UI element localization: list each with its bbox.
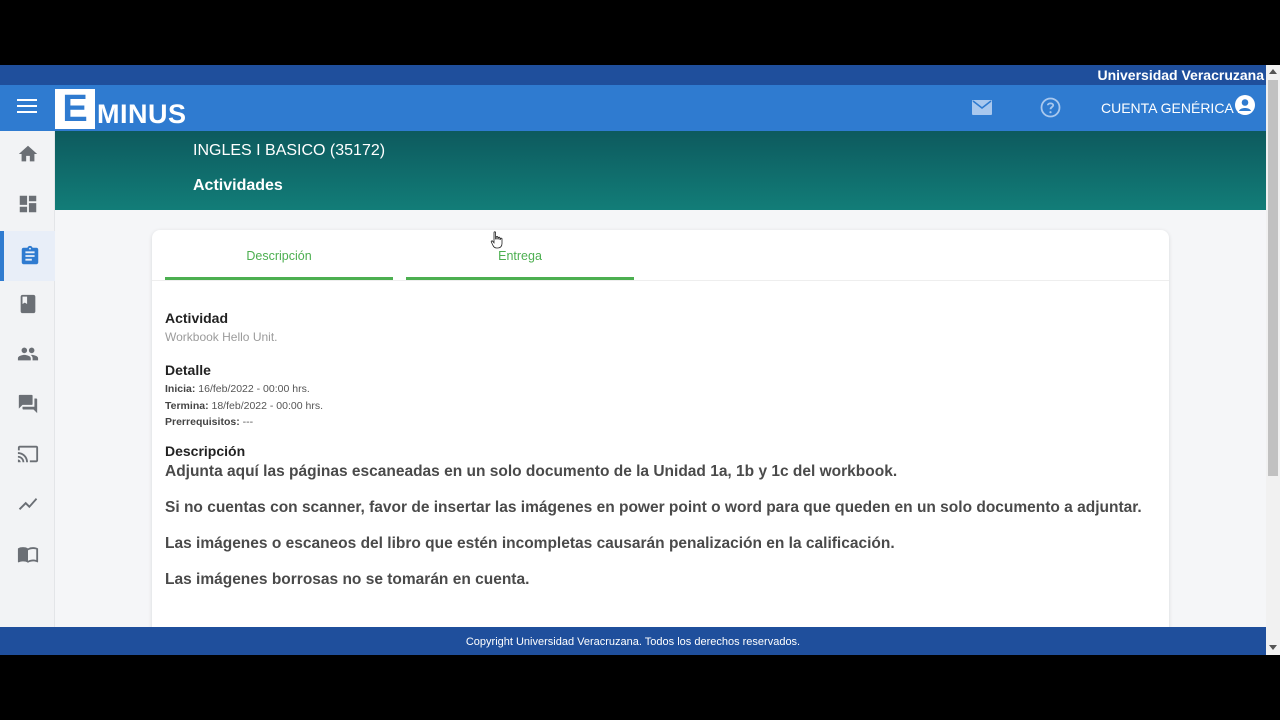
start-label: Inicia:: [165, 383, 196, 395]
scrollbar-thumb[interactable]: [1268, 80, 1278, 476]
tab-bar: Descripción Entrega: [152, 230, 1169, 281]
logo-letter: E: [55, 89, 95, 129]
prereq-value: ---: [239, 416, 254, 428]
detail-end: Termina: 18/feb/2022 - 00:00 hrs.: [165, 398, 1155, 415]
tab-entrega[interactable]: Entrega: [406, 230, 634, 280]
description-heading: Descripción: [165, 442, 246, 459]
assignment-icon: [21, 245, 38, 265]
sidebar-item-activities[interactable]: [0, 231, 55, 281]
description-paragraph: Adjunta aquí las páginas escaneadas en u…: [165, 462, 898, 480]
description-paragraph: Si no cuentas con scanner, favor de inse…: [165, 498, 1142, 516]
scroll-down-arrow-icon[interactable]: [1269, 645, 1277, 650]
scroll-up-arrow-icon[interactable]: [1269, 69, 1277, 74]
people-icon: [17, 347, 38, 361]
trending-icon: [18, 498, 37, 510]
sidebar-item-dashboard[interactable]: [0, 181, 55, 227]
end-label: Termina:: [165, 399, 209, 412]
account-circle-icon[interactable]: [1235, 95, 1255, 115]
sidebar-item-trending[interactable]: [0, 481, 55, 527]
detail-start: Inicia: 16/feb/2022 - 00:00 hrs.: [165, 381, 1155, 398]
hamburger-menu-icon[interactable]: [17, 99, 37, 115]
page-scrollbar[interactable]: [1266, 65, 1280, 655]
prereq-label: Prerrequisitos:: [165, 416, 240, 428]
help-icon[interactable]: [1040, 97, 1061, 118]
description-paragraph: Las imágenes o escaneos del libro que es…: [165, 534, 895, 552]
browser-viewport: Universidad Veracruzana E MINUS CUENTA G…: [0, 65, 1280, 655]
sidebar-item-home[interactable]: [0, 131, 55, 177]
start-value: 16/feb/2022 - 00:00 hrs.: [195, 383, 310, 395]
description-body: Adjunta aquí las páginas escaneadas en u…: [165, 463, 1155, 589]
detail-prereq: Prerrequisitos: ---: [165, 414, 1155, 431]
activity-name: Workbook Hello Unit.: [165, 330, 278, 344]
activity-content: Actividad Workbook Hello Unit. Detalle I…: [165, 310, 1155, 607]
university-name: Universidad Veracruzana: [1097, 67, 1264, 83]
sidebar-item-book[interactable]: [0, 281, 55, 327]
account-name[interactable]: CUENTA GENÉRICA 1: [1101, 100, 1245, 116]
detail-heading: Detalle: [165, 362, 211, 378]
section-title: Actividades: [193, 177, 283, 194]
activity-heading: Actividad: [165, 310, 229, 326]
book-icon: [20, 294, 35, 314]
sidebar-item-cast[interactable]: [0, 431, 55, 477]
mail-icon[interactable]: [972, 100, 992, 115]
cast-icon: [17, 445, 38, 463]
tab-descripcion[interactable]: Descripción: [165, 230, 393, 280]
menu-book-icon: [17, 547, 38, 563]
course-banner: INGLES I BASICO (35172) Actividades: [55, 131, 1266, 210]
sidebar-item-people[interactable]: [0, 331, 55, 377]
university-bar: Universidad Veracruzana: [0, 65, 1266, 85]
activity-card: Descripción Entrega Actividad Workbook H…: [152, 230, 1169, 655]
course-title: INGLES I BASICO (35172): [193, 142, 386, 159]
home-icon: [18, 145, 37, 162]
end-value: 18/feb/2022 - 00:00 hrs.: [208, 399, 323, 412]
sidebar-item-menu-book[interactable]: [0, 531, 55, 577]
top-navbar: E MINUS CUENTA GENÉRICA 1: [0, 85, 1266, 131]
copyright-text: Copyright Universidad Veracruzana. Todos…: [465, 636, 801, 648]
sidebar: [0, 131, 55, 631]
logo-text: MINUS: [97, 99, 187, 129]
hand-cursor-icon: [490, 231, 503, 249]
forum-icon: [18, 394, 37, 414]
footer: Copyright Universidad Veracruzana. Todos…: [0, 627, 1266, 655]
sidebar-item-forum[interactable]: [0, 381, 55, 427]
description-paragraph: Las imágenes borrosas no se tomarán en c…: [165, 570, 530, 588]
dashboard-icon: [19, 195, 36, 213]
